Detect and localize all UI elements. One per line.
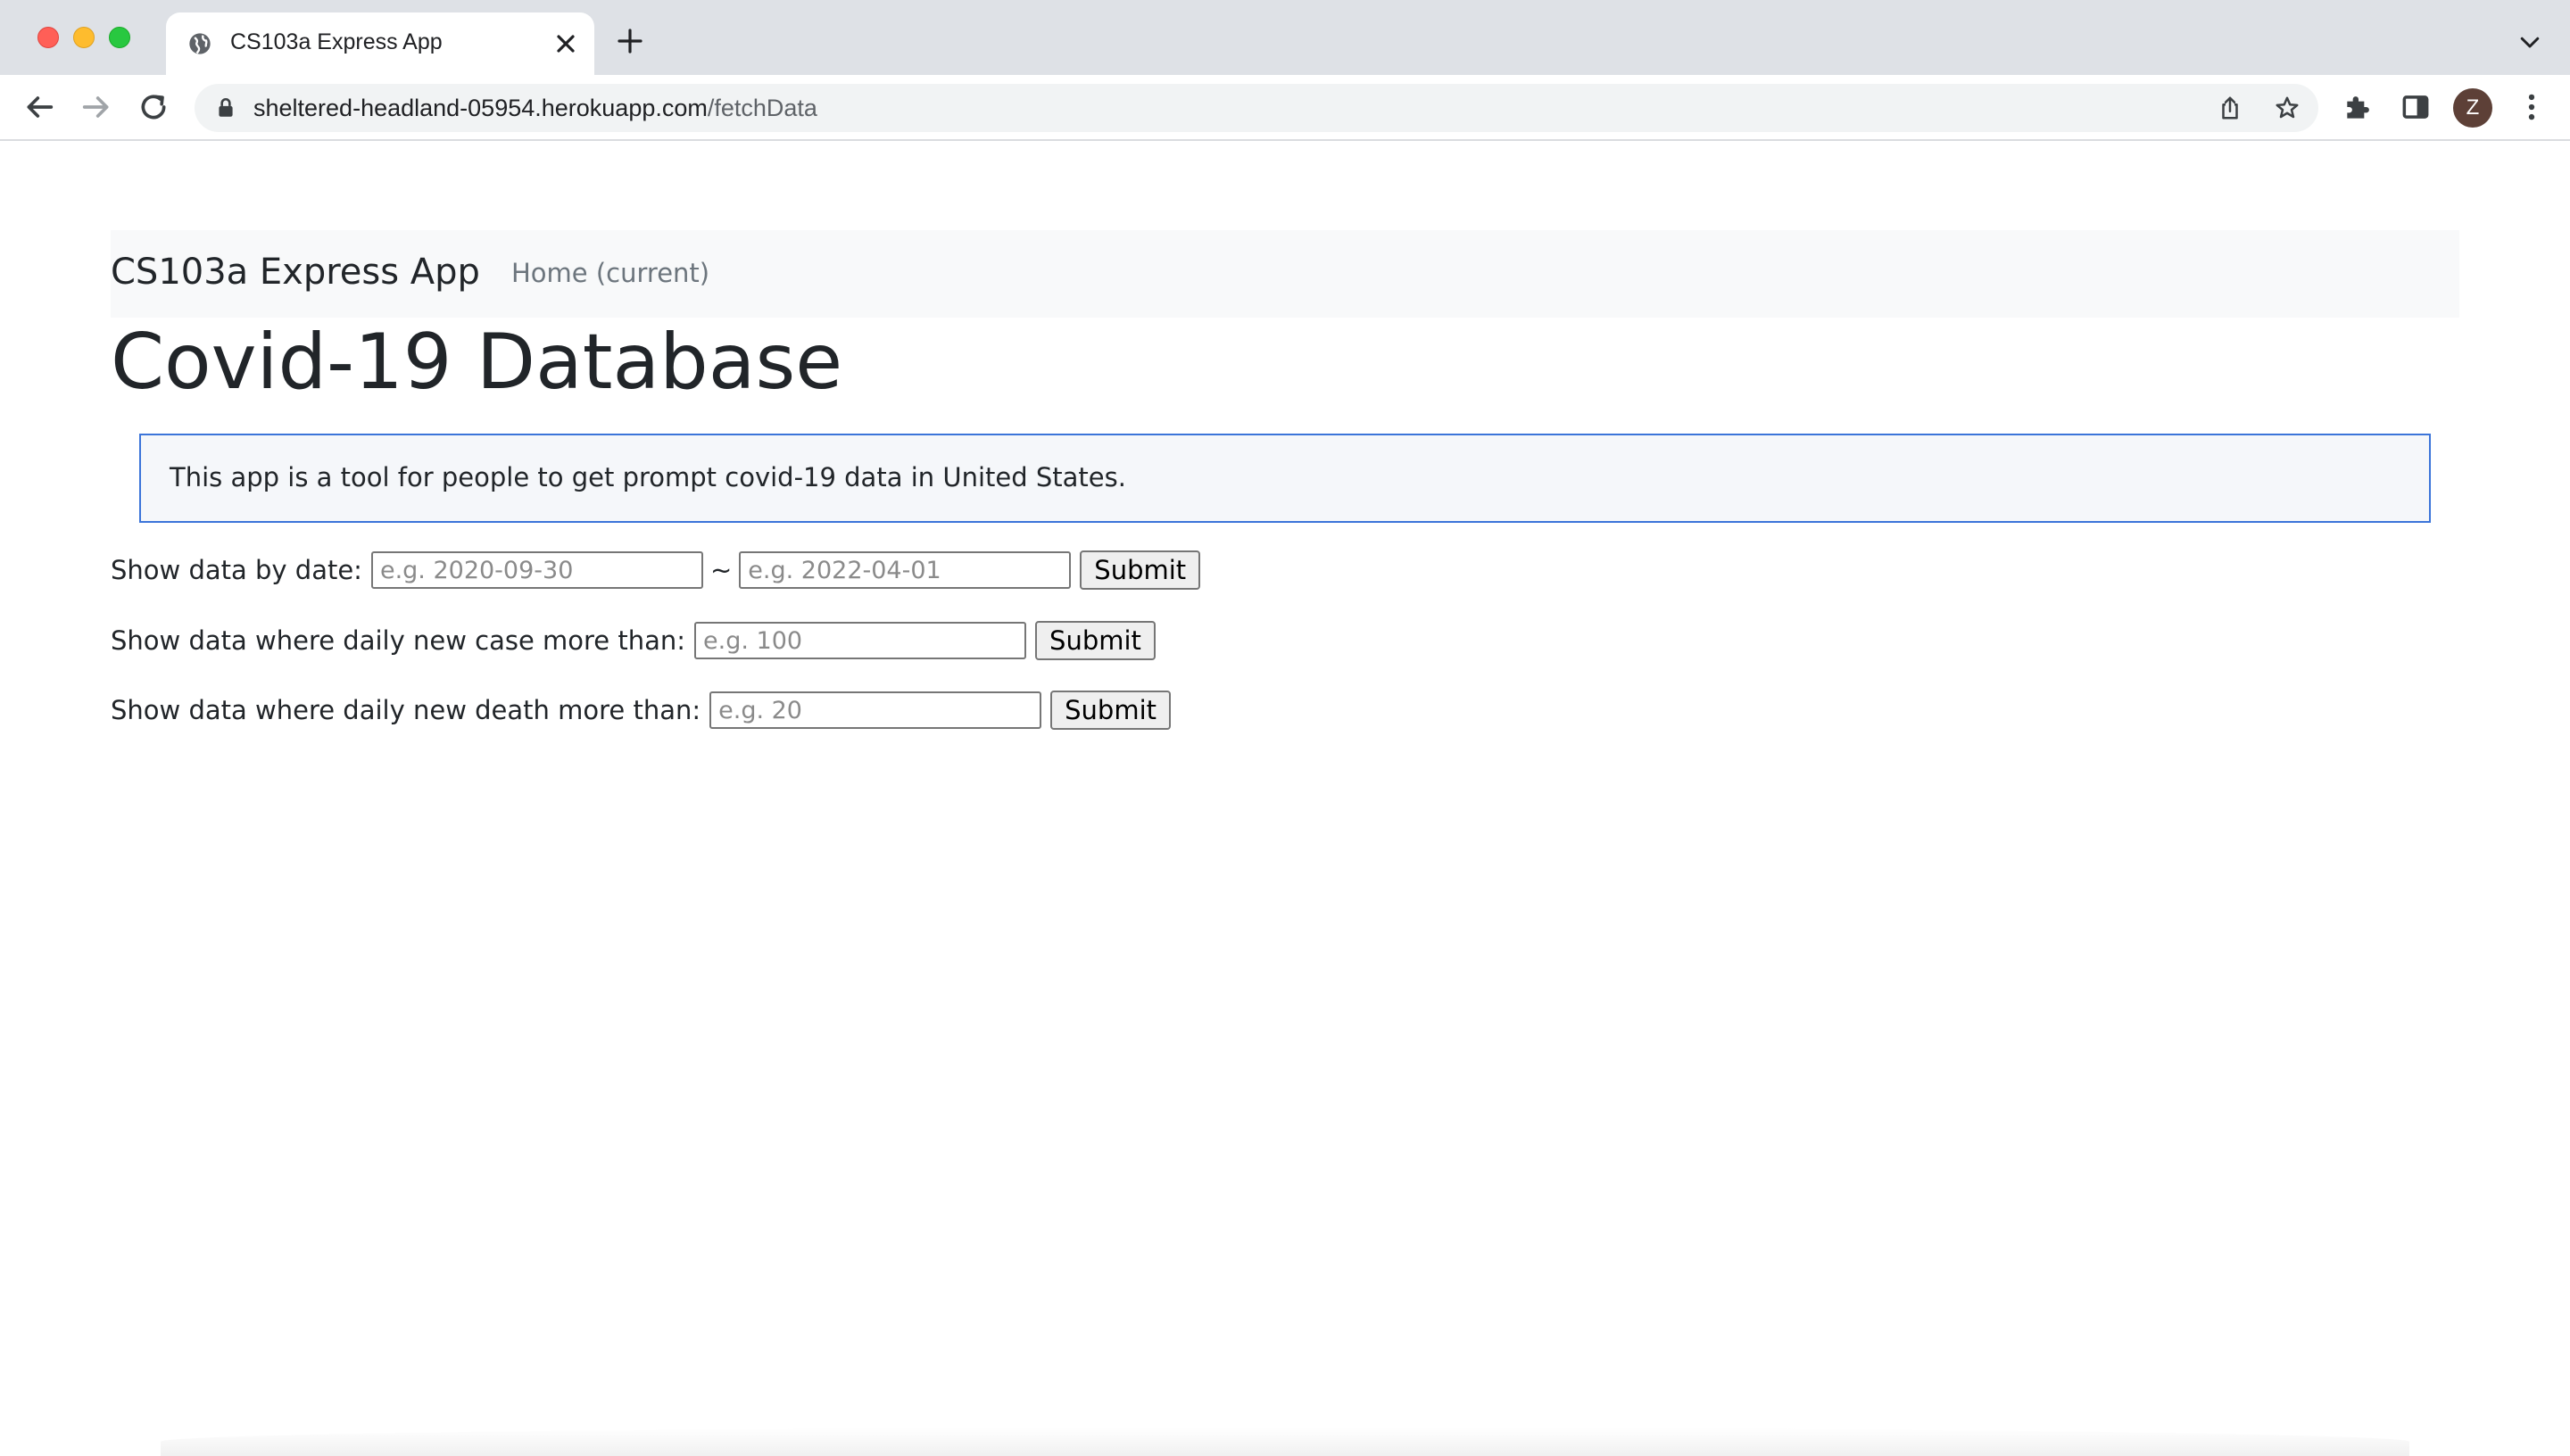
back-arrow-icon[interactable] bbox=[21, 89, 57, 125]
browser-toolbar: sheltered-headland-05954.herokuapp.com/f… bbox=[0, 75, 2570, 141]
url-path: /fetchData bbox=[707, 95, 817, 121]
date-range-label: Show data by date: bbox=[111, 555, 362, 585]
info-alert: This app is a tool for people to get pro… bbox=[139, 434, 2431, 523]
info-text: This app is a tool for people to get pro… bbox=[170, 462, 1126, 492]
share-icon[interactable] bbox=[2217, 95, 2243, 121]
new-case-input[interactable] bbox=[694, 622, 1027, 659]
url-domain: sheltered-headland-05954.herokuapp.com bbox=[253, 95, 708, 121]
new-death-label: Show data where daily new death more tha… bbox=[111, 695, 701, 725]
browser-tab-active[interactable]: CS103a Express App bbox=[166, 12, 594, 75]
date-range-form: Show data by date: ~ Submit bbox=[111, 550, 1201, 590]
minimize-window-button[interactable] bbox=[73, 27, 95, 48]
side-panel-icon[interactable] bbox=[2399, 90, 2433, 124]
maximize-window-button[interactable] bbox=[109, 27, 130, 48]
close-tab-icon[interactable] bbox=[551, 29, 580, 58]
date-submit-button[interactable]: Submit bbox=[1080, 550, 1201, 590]
new-death-form: Show data where daily new death more tha… bbox=[111, 691, 1171, 730]
browser-tabstrip: CS103a Express App bbox=[0, 0, 2570, 75]
date-separator: ~ bbox=[709, 555, 733, 585]
bookmark-star-icon[interactable] bbox=[2274, 95, 2301, 121]
profile-avatar[interactable]: Z bbox=[2453, 88, 2492, 128]
extensions-puzzle-icon[interactable] bbox=[2342, 90, 2375, 124]
navbar-brand[interactable]: CS103a Express App bbox=[111, 252, 480, 293]
chevron-down-icon[interactable] bbox=[2516, 29, 2543, 55]
globe-icon bbox=[189, 33, 211, 54]
new-death-input[interactable] bbox=[709, 691, 1042, 729]
new-death-submit-button[interactable]: Submit bbox=[1050, 691, 1171, 730]
more-menu-icon[interactable] bbox=[2515, 90, 2549, 124]
url-text: sheltered-headland-05954.herokuapp.com/f… bbox=[253, 95, 817, 122]
start-date-input[interactable] bbox=[370, 551, 703, 589]
lock-icon[interactable] bbox=[214, 96, 237, 120]
reload-icon[interactable] bbox=[136, 89, 171, 125]
site-navbar: CS103a Express App Home (current) bbox=[111, 230, 2459, 318]
window-bottom-shadow bbox=[161, 1427, 2409, 1456]
new-case-submit-button[interactable]: Submit bbox=[1035, 621, 1156, 660]
nav-link-home[interactable]: Home (current) bbox=[511, 258, 709, 288]
page-title: Covid-19 Database bbox=[111, 318, 843, 407]
new-case-form: Show data where daily new case more than… bbox=[111, 621, 1156, 660]
new-tab-icon[interactable] bbox=[616, 27, 644, 55]
address-bar[interactable]: sheltered-headland-05954.herokuapp.com/f… bbox=[195, 84, 2318, 132]
close-window-button[interactable] bbox=[37, 27, 59, 48]
end-date-input[interactable] bbox=[739, 551, 1072, 589]
new-case-label: Show data where daily new case more than… bbox=[111, 625, 686, 656]
tab-title: CS103a Express App bbox=[230, 29, 443, 54]
forward-arrow-icon[interactable] bbox=[79, 89, 114, 125]
